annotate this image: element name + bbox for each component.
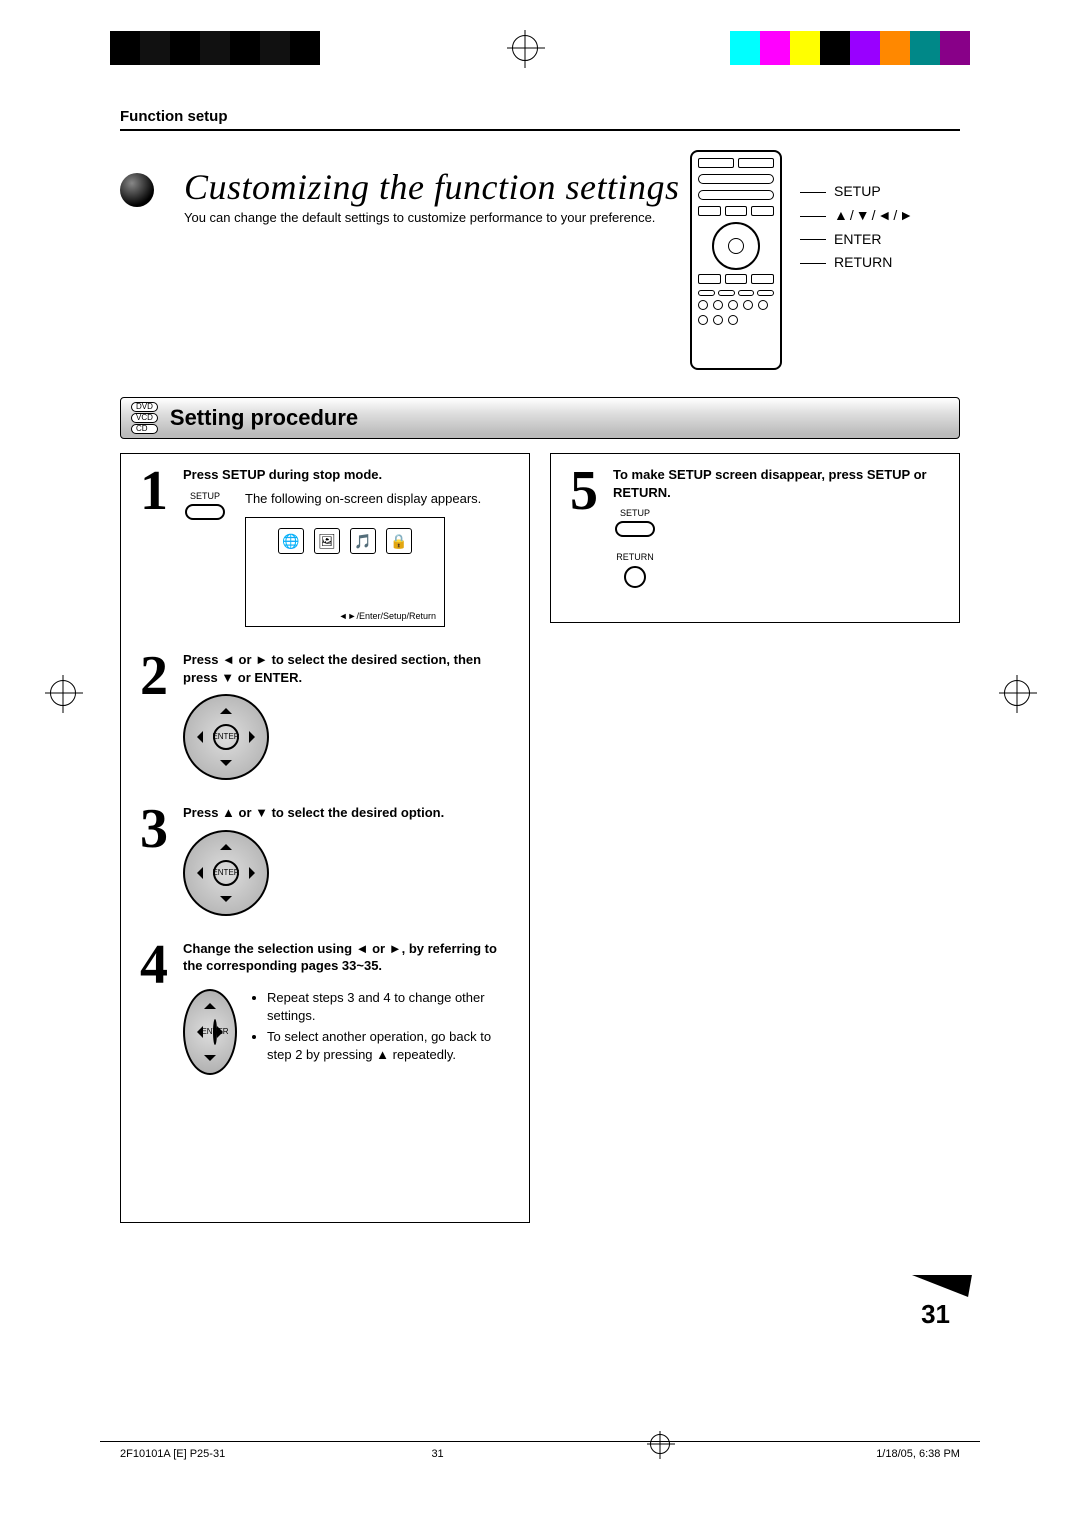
remote-body-icon bbox=[690, 150, 782, 370]
dpad-icon bbox=[183, 989, 237, 1075]
badge-dvd: DVD bbox=[131, 402, 158, 412]
step-1-body: The following on-screen display appears. bbox=[245, 490, 481, 508]
step-4-heading: Change the selection using ◄ or ►, by re… bbox=[183, 940, 515, 975]
remote-control-diagram: SETUP ▲/▼/◄/► ENTER RETURN bbox=[690, 150, 950, 390]
setting-procedure-bar: DVD VCD CD Setting procedure bbox=[120, 397, 960, 439]
step-3-heading: Press ▲ or ▼ to select the desired optio… bbox=[183, 804, 515, 822]
picture-icon: 🖼 bbox=[314, 528, 340, 554]
disc-type-badges: DVD VCD CD bbox=[131, 402, 158, 434]
printer-color-bar bbox=[0, 30, 1080, 66]
black-density-patches bbox=[110, 31, 320, 65]
dpad-icon bbox=[183, 694, 269, 780]
step-4: 4 Change the selection using ◄ or ►, by … bbox=[135, 940, 515, 1075]
step-number: 4 bbox=[135, 940, 173, 1075]
return-button-label: RETURN bbox=[616, 552, 654, 562]
remote-callout-labels: SETUP ▲/▼/◄/► ENTER RETURN bbox=[800, 180, 915, 275]
setup-button-label: SETUP bbox=[620, 508, 650, 518]
setup-button-label: SETUP bbox=[190, 491, 220, 501]
steps-column-left: 1 Press SETUP during stop mode. SETUP Th… bbox=[120, 453, 530, 1223]
step-4-bullet-2: To select another operation, go back to … bbox=[267, 1028, 515, 1063]
registration-mark-icon bbox=[1004, 680, 1030, 706]
section-header: Function setup bbox=[120, 108, 960, 131]
label-setup: SETUP bbox=[834, 180, 915, 204]
step-3: 3 Press ▲ or ▼ to select the desired opt… bbox=[135, 804, 515, 916]
step-1: 1 Press SETUP during stop mode. SETUP Th… bbox=[135, 466, 515, 627]
footer-page: 31 bbox=[431, 1448, 443, 1468]
step-number: 5 bbox=[565, 466, 603, 587]
registration-mark-icon bbox=[50, 680, 76, 706]
label-return: RETURN bbox=[834, 251, 915, 275]
footer-timestamp: 1/18/05, 6:38 PM bbox=[876, 1448, 960, 1468]
footer-doc-id: 2F10101A [E] P25-31 bbox=[120, 1448, 225, 1468]
sphere-bullet-icon bbox=[120, 173, 154, 207]
setup-button-icon: SETUP bbox=[183, 490, 227, 520]
parental-icon: 🔒 bbox=[386, 528, 412, 554]
step-2-heading: Press ◄ or ► to select the desired secti… bbox=[183, 651, 515, 686]
setup-button-icon: SETUP bbox=[613, 507, 657, 537]
step-number: 1 bbox=[135, 466, 173, 627]
step-2: 2 Press ◄ or ► to select the desired sec… bbox=[135, 651, 515, 780]
step-1-heading: Press SETUP during stop mode. bbox=[183, 466, 515, 484]
setting-procedure-title: Setting procedure bbox=[170, 405, 358, 431]
audio-icon: 🎵 bbox=[350, 528, 376, 554]
step-number: 3 bbox=[135, 804, 173, 916]
page-number: 31 bbox=[921, 1299, 950, 1330]
badge-cd: CD bbox=[131, 424, 158, 434]
step-number: 2 bbox=[135, 651, 173, 780]
dpad-icon bbox=[183, 830, 269, 916]
badge-vcd: VCD bbox=[131, 413, 158, 423]
globe-icon: 🌐 bbox=[278, 528, 304, 554]
step-4-bullet-1: Repeat steps 3 and 4 to change other set… bbox=[267, 989, 515, 1024]
steps-column-right: 5 To make SETUP screen disappear, press … bbox=[550, 453, 960, 623]
label-enter: ENTER bbox=[834, 228, 915, 252]
step-5-heading: To make SETUP screen disappear, press SE… bbox=[613, 466, 945, 501]
return-button-icon: RETURN bbox=[613, 551, 657, 587]
onscreen-display-mock: 🌐 🖼 🎵 🔒 ◄►/Enter/Setup/Return bbox=[245, 517, 445, 627]
screen-caption: ◄►/Enter/Setup/Return bbox=[254, 610, 436, 622]
registration-mark-icon bbox=[512, 35, 538, 61]
print-footer: 2F10101A [E] P25-31 31 1/18/05, 6:38 PM bbox=[100, 1441, 980, 1468]
registration-mark-icon bbox=[650, 1434, 670, 1454]
step-5: 5 To make SETUP screen disappear, press … bbox=[565, 466, 945, 587]
label-arrows: ▲/▼/◄/► bbox=[834, 204, 915, 228]
cmyk-patches bbox=[730, 31, 970, 65]
page-content: Function setup Customizing the function … bbox=[100, 90, 980, 1410]
